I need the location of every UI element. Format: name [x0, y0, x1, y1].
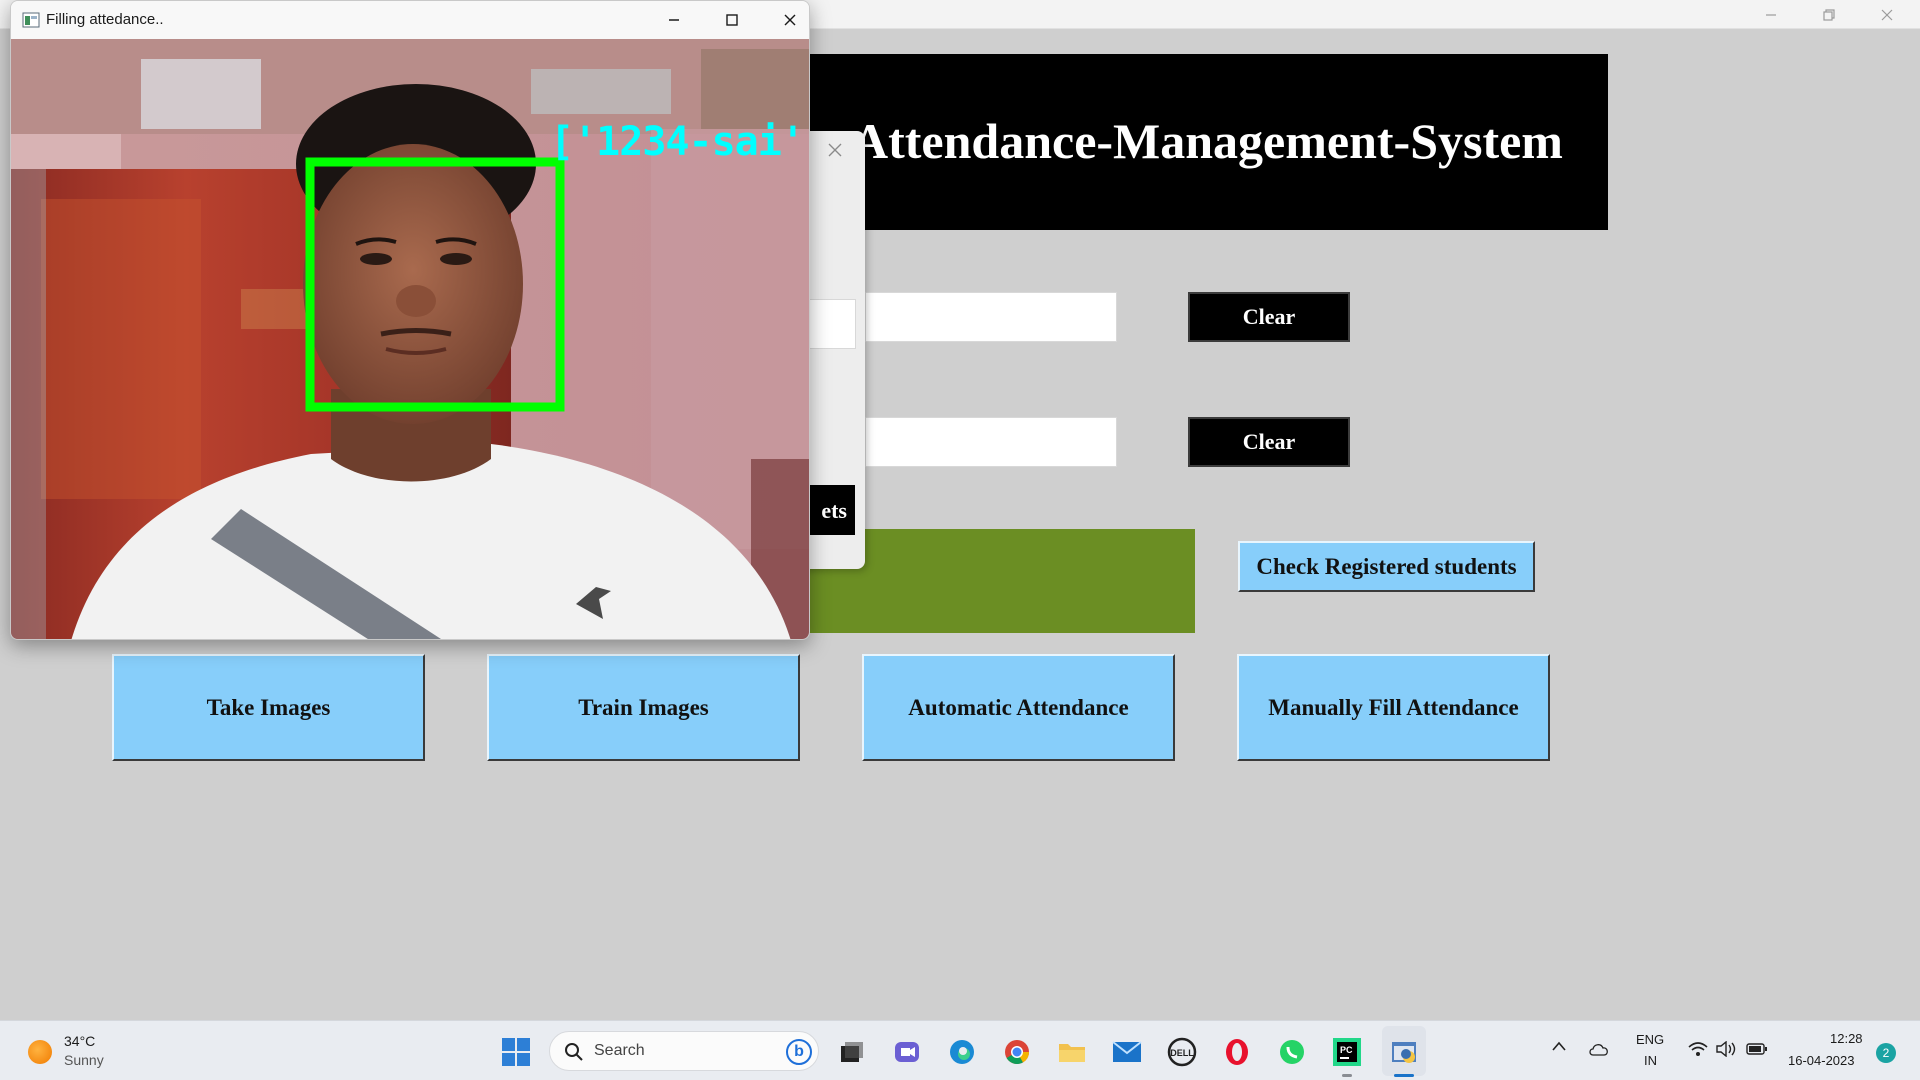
notification-badge[interactable]: 2 — [1876, 1043, 1896, 1063]
app-window-icon — [22, 12, 40, 28]
weather-description[interactable]: Sunny — [64, 1052, 104, 1068]
svg-text:PC: PC — [1340, 1045, 1353, 1055]
clear-name-button[interactable]: Clear — [1188, 417, 1350, 467]
teams-chat-icon[interactable] — [887, 1032, 927, 1072]
mail-icon[interactable] — [1107, 1032, 1147, 1072]
camera-feed: ['1234-sai' ' — [11, 39, 809, 639]
check-sheets-label: ets — [821, 498, 847, 523]
name-input[interactable] — [865, 417, 1117, 467]
volume-icon[interactable] — [1716, 1041, 1738, 1057]
language-indicator[interactable]: ENG — [1636, 1032, 1664, 1047]
face-recognition-label: ['1234-sai' ' — [550, 119, 809, 165]
check-registered-students-button[interactable]: Check Registered students — [1238, 541, 1535, 592]
opera-icon[interactable] — [1217, 1032, 1257, 1072]
task-view-icon[interactable] — [832, 1032, 872, 1072]
battery-icon[interactable] — [1746, 1043, 1768, 1055]
clock-date[interactable]: 16-04-2023 — [1788, 1053, 1855, 1068]
camera-maximize-button[interactable] — [703, 1, 761, 39]
bing-icon[interactable]: b — [786, 1039, 812, 1065]
python-icon[interactable] — [1384, 1032, 1424, 1072]
clear-enrollment-button[interactable]: Clear — [1188, 292, 1350, 342]
dell-icon[interactable]: DELL — [1162, 1032, 1202, 1072]
taskbar-search[interactable]: Search b — [549, 1031, 819, 1071]
clock-time[interactable]: 12:28 — [1830, 1031, 1863, 1046]
camera-window: Filling attedance.. ['1234-sai' — [10, 0, 810, 640]
wifi-icon[interactable] — [1688, 1041, 1708, 1057]
main-minimize-button[interactable] — [1742, 0, 1800, 29]
camera-close-button[interactable] — [761, 1, 809, 39]
camera-window-title: Filling attedance.. — [46, 11, 164, 28]
search-placeholder: Search — [594, 1042, 645, 1059]
camera-titlebar[interactable]: Filling attedance.. — [11, 1, 809, 39]
automatic-attendance-button[interactable]: Automatic Attendance — [862, 654, 1175, 761]
page-title: Attendance-Management-System — [852, 113, 1563, 169]
minimize-icon — [1766, 13, 1776, 16]
camera-minimize-button[interactable] — [645, 1, 703, 39]
dialog-close-button[interactable] — [823, 138, 847, 162]
python-active-indicator — [1394, 1074, 1414, 1077]
minimize-icon — [669, 19, 679, 21]
taskbar: 34°C Sunny Search b DELL PC ENG IN 12:28… — [0, 1020, 1920, 1080]
close-icon — [1881, 9, 1893, 20]
main-restore-button[interactable] — [1800, 0, 1858, 29]
take-images-button[interactable]: Take Images — [112, 654, 425, 761]
onedrive-cloud-icon[interactable] — [1588, 1041, 1610, 1057]
main-close-button[interactable] — [1858, 0, 1916, 29]
maximize-icon — [726, 14, 738, 26]
close-icon — [828, 143, 842, 157]
chrome-icon[interactable] — [997, 1032, 1037, 1072]
train-images-button[interactable]: Train Images — [487, 654, 800, 761]
pycharm-icon[interactable]: PC — [1327, 1032, 1367, 1072]
whatsapp-icon[interactable] — [1272, 1032, 1312, 1072]
manually-fill-attendance-button[interactable]: Manually Fill Attendance — [1237, 654, 1550, 761]
chevron-up-icon[interactable] — [1552, 1041, 1566, 1051]
weather-temperature[interactable]: 34°C — [64, 1033, 95, 1049]
enrollment-input[interactable] — [865, 292, 1117, 342]
windows-start-icon[interactable] — [496, 1032, 536, 1072]
search-icon — [565, 1043, 583, 1061]
restore-icon — [1823, 8, 1835, 21]
title-banner: Attendance-Management-System — [760, 54, 1608, 230]
pycharm-running-indicator — [1342, 1074, 1352, 1077]
region-indicator[interactable]: IN — [1644, 1053, 1657, 1068]
check-sheets-button[interactable]: ets — [805, 485, 855, 535]
close-icon — [784, 14, 796, 26]
svg-text:DELL: DELL — [1170, 1048, 1194, 1058]
edge-icon[interactable] — [942, 1032, 982, 1072]
file-explorer-icon[interactable] — [1052, 1032, 1092, 1072]
weather-sun-icon[interactable] — [28, 1040, 52, 1064]
